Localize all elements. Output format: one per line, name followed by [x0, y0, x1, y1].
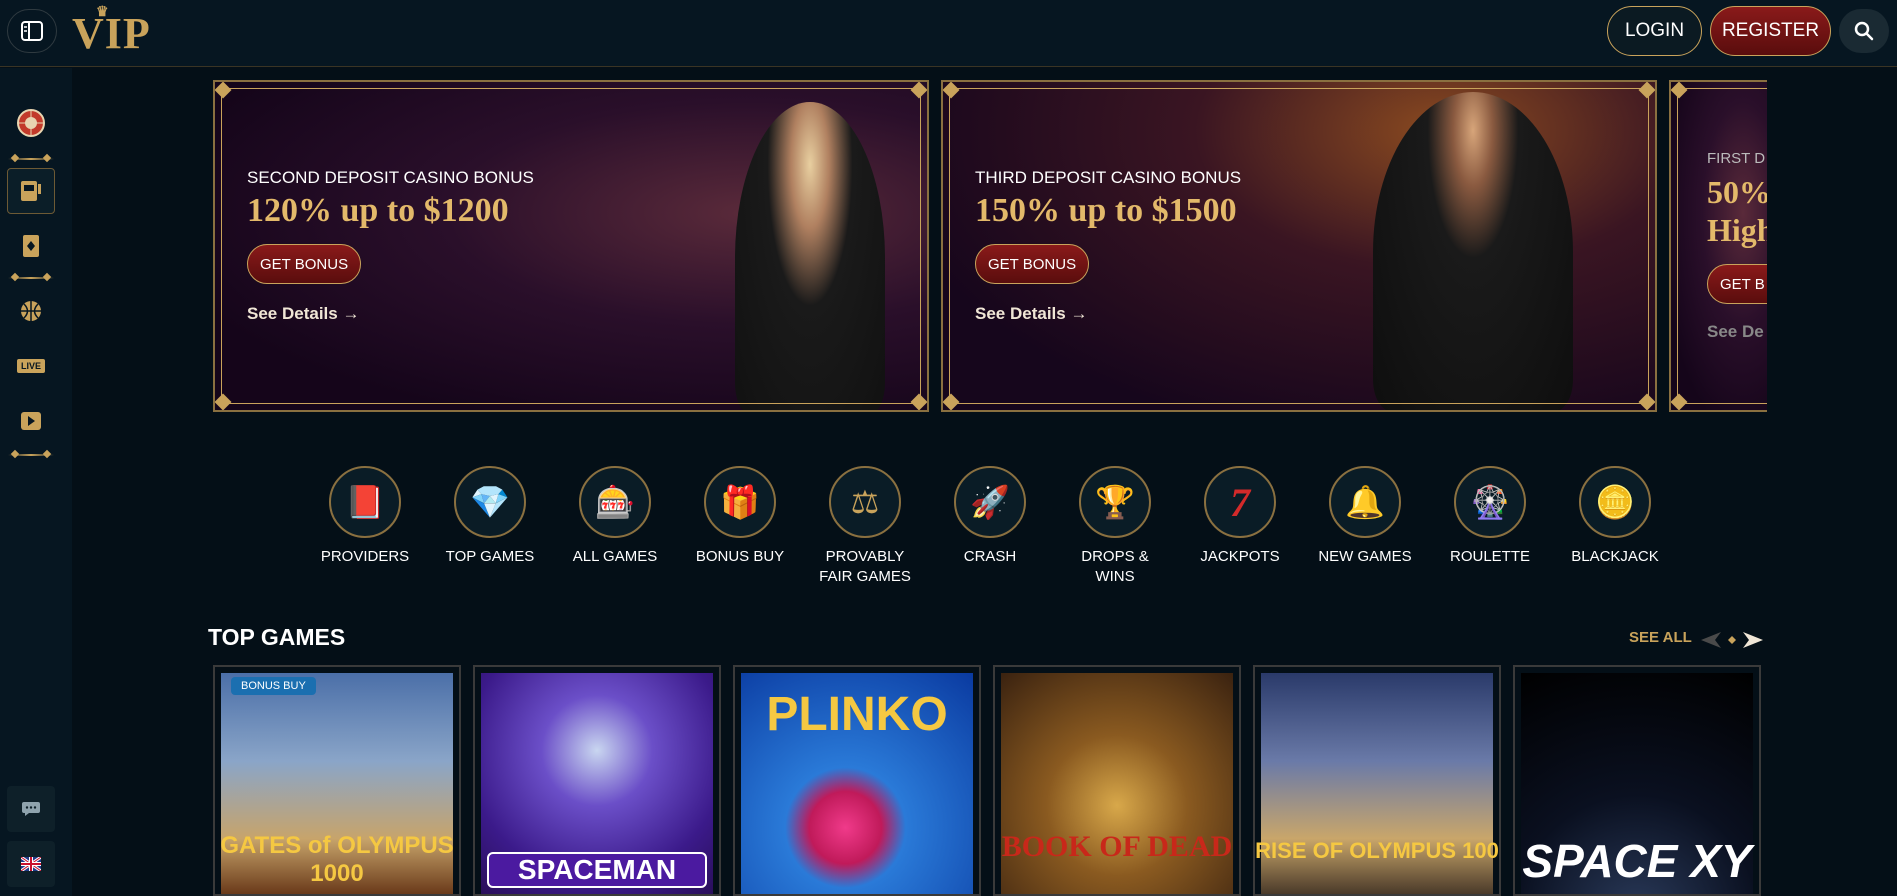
category-nav: 📕 PROVIDERS 💎 TOP GAMES 🎰 ALL GAMES 🎁 BO…	[310, 466, 1660, 586]
rocket-icon: 🚀	[954, 466, 1026, 538]
game-card[interactable]: BONUS BUY GATES of OLYMPUS 1000	[213, 665, 461, 896]
gift-icon: 🎁	[704, 466, 776, 538]
game-card[interactable]: PLINKO	[733, 665, 981, 896]
sidebar-item-slots[interactable]	[7, 168, 55, 214]
slot-machine-icon	[21, 181, 41, 201]
game-card[interactable]: RISE OF OLYMPUS 100	[1253, 665, 1501, 896]
chat-icon	[22, 802, 40, 816]
category-jackpots[interactable]: 7 JACKPOTS	[1185, 466, 1295, 567]
category-blackjack[interactable]: 🪙 BLACKJACK	[1560, 466, 1670, 567]
banner-title: 150% up to $1500	[975, 192, 1237, 229]
chip-icon: 🪙	[1579, 466, 1651, 538]
basketball-icon	[21, 301, 41, 321]
sidebar-toggle-button[interactable]	[7, 9, 57, 53]
category-label: TOP GAMES	[445, 548, 535, 565]
game-title: PLINKO	[766, 688, 948, 741]
game-card[interactable]: SPACE XY	[1513, 665, 1761, 896]
register-button[interactable]: REGISTER	[1710, 6, 1831, 56]
chat-button[interactable]	[7, 786, 55, 832]
game-card[interactable]: BOOK OF DEAD	[993, 665, 1241, 896]
category-label: JACKPOTS	[1200, 548, 1280, 565]
game-title: RISE OF OLYMPUS 100	[1255, 838, 1499, 863]
sidebar-item-video[interactable]	[7, 398, 55, 444]
sidebar-item-sports[interactable]	[7, 288, 55, 334]
section-title: TOP GAMES	[208, 624, 346, 650]
banner-title-line2: High	[1707, 212, 1767, 248]
category-label: BONUS BUY	[695, 548, 785, 565]
promo-banner[interactable]: FIRST D 50% High GET B See De	[1669, 80, 1767, 412]
logo[interactable]: ♛ VIP	[72, 5, 151, 59]
roulette-icon: 🎡	[1454, 466, 1526, 538]
category-label: BLACKJACK	[1571, 548, 1659, 565]
banner-subtitle: SECOND DEPOSIT CASINO BONUS	[247, 168, 534, 187]
see-details-link[interactable]: See Details →	[975, 304, 1087, 324]
game-title: SPACE XY	[1522, 835, 1752, 887]
game-title: GATES of OLYMPUS 1000	[220, 832, 454, 887]
category-label: CRASH	[963, 548, 1017, 565]
arrow-right-icon[interactable]	[1741, 630, 1765, 650]
logo-text: VIP	[72, 9, 151, 58]
promo-banner[interactable]: THIRD DEPOSIT CASINO BONUS 150% up to $1…	[941, 80, 1657, 412]
see-all-link[interactable]: SEE ALL	[1629, 629, 1692, 646]
category-new-games[interactable]: 🔔 NEW GAMES	[1310, 466, 1420, 567]
see-details-link[interactable]: See De	[1707, 322, 1764, 342]
uk-flag-icon	[21, 857, 41, 871]
arrow-left-icon[interactable]	[1699, 630, 1723, 650]
search-icon	[1854, 21, 1874, 41]
get-bonus-button[interactable]: GET B	[1707, 264, 1767, 304]
get-bonus-button[interactable]: GET BONUS	[247, 244, 362, 284]
slot-machine-icon: 🎰	[579, 466, 651, 538]
sidebar-item-roulette[interactable]	[7, 100, 55, 146]
banner-title: 120% up to $1200	[247, 192, 509, 229]
sidebar-item-cards[interactable]	[7, 223, 55, 269]
category-label: PROVIDERS	[320, 548, 410, 565]
banner-subtitle: THIRD DEPOSIT CASINO BONUS	[975, 168, 1242, 187]
category-providers[interactable]: 📕 PROVIDERS	[310, 466, 420, 567]
dot-icon	[1728, 636, 1736, 644]
bonus-buy-badge: BONUS BUY	[231, 677, 316, 695]
category-provably-fair[interactable]: ⚖ PROVABLY FAIR GAMES	[810, 466, 920, 587]
roulette-wheel-icon	[17, 109, 45, 137]
category-label: DROPS & WINS	[1081, 548, 1149, 585]
play-icon	[21, 412, 41, 430]
sidebar-toggle-icon	[21, 21, 43, 41]
lucky-seven-icon: 7	[1204, 466, 1276, 538]
category-label: PROVABLY FAIR GAMES	[819, 548, 911, 585]
category-roulette[interactable]: 🎡 ROULETTE	[1435, 466, 1545, 567]
search-button[interactable]	[1839, 9, 1889, 53]
sidebar-item-live[interactable]: LIVE	[7, 343, 55, 389]
card-icon	[23, 235, 39, 257]
category-all-games[interactable]: 🎰 ALL GAMES	[560, 466, 670, 567]
banner-subtitle: FIRST D	[1707, 150, 1766, 167]
trophy-icon: 🏆	[1079, 466, 1151, 538]
game-title: BOOK OF DEAD	[1001, 830, 1233, 863]
category-label: ALL GAMES	[572, 548, 658, 565]
diamond-icon: 💎	[454, 466, 526, 538]
sidebar-divider	[8, 277, 54, 279]
game-card[interactable]: SPACEMAN	[473, 665, 721, 896]
login-button[interactable]: LOGIN	[1607, 6, 1702, 56]
category-label: ROULETTE	[1449, 548, 1530, 565]
live-icon: LIVE	[16, 359, 45, 373]
book-icon: 📕	[329, 466, 401, 538]
category-drops-wins[interactable]: 🏆 DROPS & WINS	[1060, 466, 1170, 587]
category-bonus-buy[interactable]: 🎁 BONUS BUY	[685, 466, 795, 567]
sidebar: LIVE	[0, 68, 72, 896]
category-label: NEW GAMES	[1318, 548, 1412, 565]
promo-banner[interactable]: SECOND DEPOSIT CASINO BONUS 120% up to $…	[213, 80, 929, 412]
scales-icon: ⚖	[829, 466, 901, 538]
category-top-games[interactable]: 💎 TOP GAMES	[435, 466, 545, 567]
banner-title: 50%	[1707, 174, 1767, 210]
carousel-nav	[1699, 628, 1765, 652]
sidebar-divider	[8, 454, 54, 456]
language-button[interactable]	[7, 841, 55, 887]
category-crash[interactable]: 🚀 CRASH	[935, 466, 1045, 567]
sidebar-divider	[8, 158, 54, 160]
game-title: SPACEMAN	[487, 852, 707, 888]
top-bar: ♛ VIP LOGIN REGISTER	[0, 0, 1897, 67]
crown-icon: ♛	[96, 5, 110, 20]
bell-icon: 🔔	[1329, 466, 1401, 538]
get-bonus-button[interactable]: GET BONUS	[975, 244, 1090, 284]
see-details-link[interactable]: See Details →	[247, 304, 359, 324]
